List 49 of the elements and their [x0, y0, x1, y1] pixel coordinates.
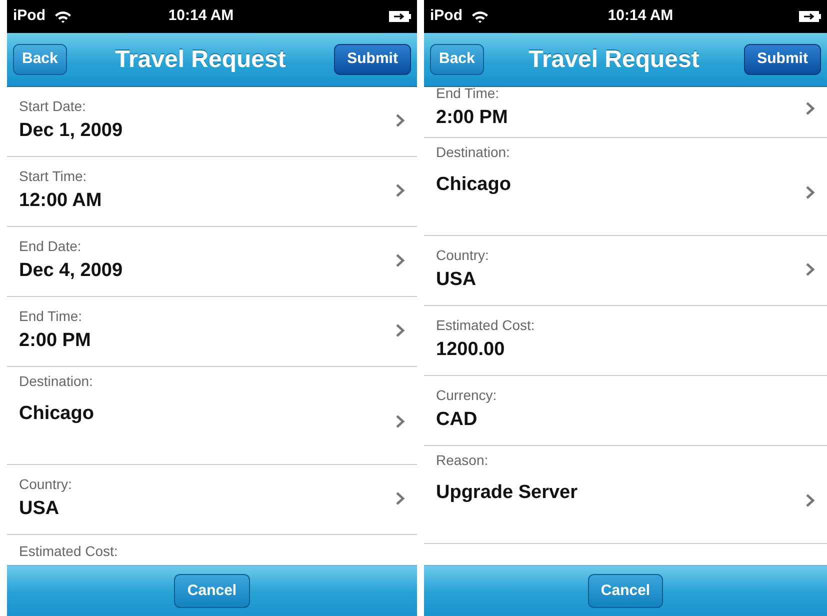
status-time: 10:14 AM — [606, 6, 674, 26]
battery-icon — [799, 11, 821, 22]
form-row[interactable]: Country: USA — [424, 236, 827, 306]
form-row[interactable]: Reason: Upgrade Server — [424, 446, 827, 544]
field-label: Estimated Cost: — [436, 316, 535, 334]
form-row[interactable]: End Time: 2:00 PM — [7, 297, 417, 367]
field-value: CAD — [436, 408, 478, 432]
field-label: End Date: — [19, 238, 82, 255]
form-row[interactable]: End Date: Dec 4, 2009 — [7, 227, 417, 297]
form-row[interactable]: Currency: CAD — [424, 376, 827, 446]
form-row[interactable]: Start Time: 12:00 AM — [7, 157, 417, 227]
status-time: 10:14 AM — [167, 6, 235, 26]
field-value: USA — [436, 268, 478, 292]
field-value: 12:00 AM — [19, 188, 102, 213]
field-value: Dec 1, 2009 — [19, 118, 123, 143]
field-value: Upgrade Server — [436, 480, 578, 505]
field-label: Start Date: — [19, 98, 87, 115]
field-label: Currency: — [436, 386, 497, 404]
field-label: Reason: — [436, 452, 490, 469]
form-row[interactable]: Start Date: Dec 1, 2009 — [7, 87, 417, 157]
field-label: Country: — [436, 246, 489, 264]
field-label: End Time: — [19, 308, 84, 325]
field-value: Chicago — [436, 172, 511, 197]
form-row[interactable]: Destination: Chicago — [7, 367, 417, 465]
wifi-icon — [54, 10, 72, 24]
submit-button[interactable]: Submit — [744, 44, 821, 75]
battery-icon — [389, 11, 411, 22]
submit-button[interactable]: Submit — [334, 44, 411, 75]
field-value: Chicago — [19, 402, 94, 426]
form-row[interactable]: End Time: 2:00 PM — [424, 87, 827, 138]
carrier-name: iPod — [13, 6, 46, 26]
form-row[interactable]: Destination: Chicago — [424, 138, 827, 236]
field-label: Estimated Cost: — [19, 543, 118, 560]
field-value: 2:00 PM — [19, 328, 91, 353]
field-value: 1200.00 — [436, 338, 506, 362]
screen-title: Travel Request — [115, 44, 286, 74]
carrier-name: iPod — [430, 6, 462, 26]
field-label: Start Time: — [19, 168, 88, 185]
wifi-icon — [470, 10, 488, 24]
form-row[interactable]: Country: USA — [7, 465, 417, 535]
form-row[interactable]: Estimated Cost: 1200.00 — [424, 306, 827, 376]
field-label: Country: — [19, 476, 72, 493]
field-label: End Time: — [436, 87, 500, 102]
field-value: 2:00 PM — [436, 106, 508, 130]
field-label: Destination: — [436, 144, 511, 161]
field-value: Dec 4, 2009 — [19, 258, 123, 283]
field-label: Destination: — [19, 373, 94, 390]
screen-title: Travel Request — [528, 44, 700, 74]
field-value: USA — [19, 496, 60, 521]
